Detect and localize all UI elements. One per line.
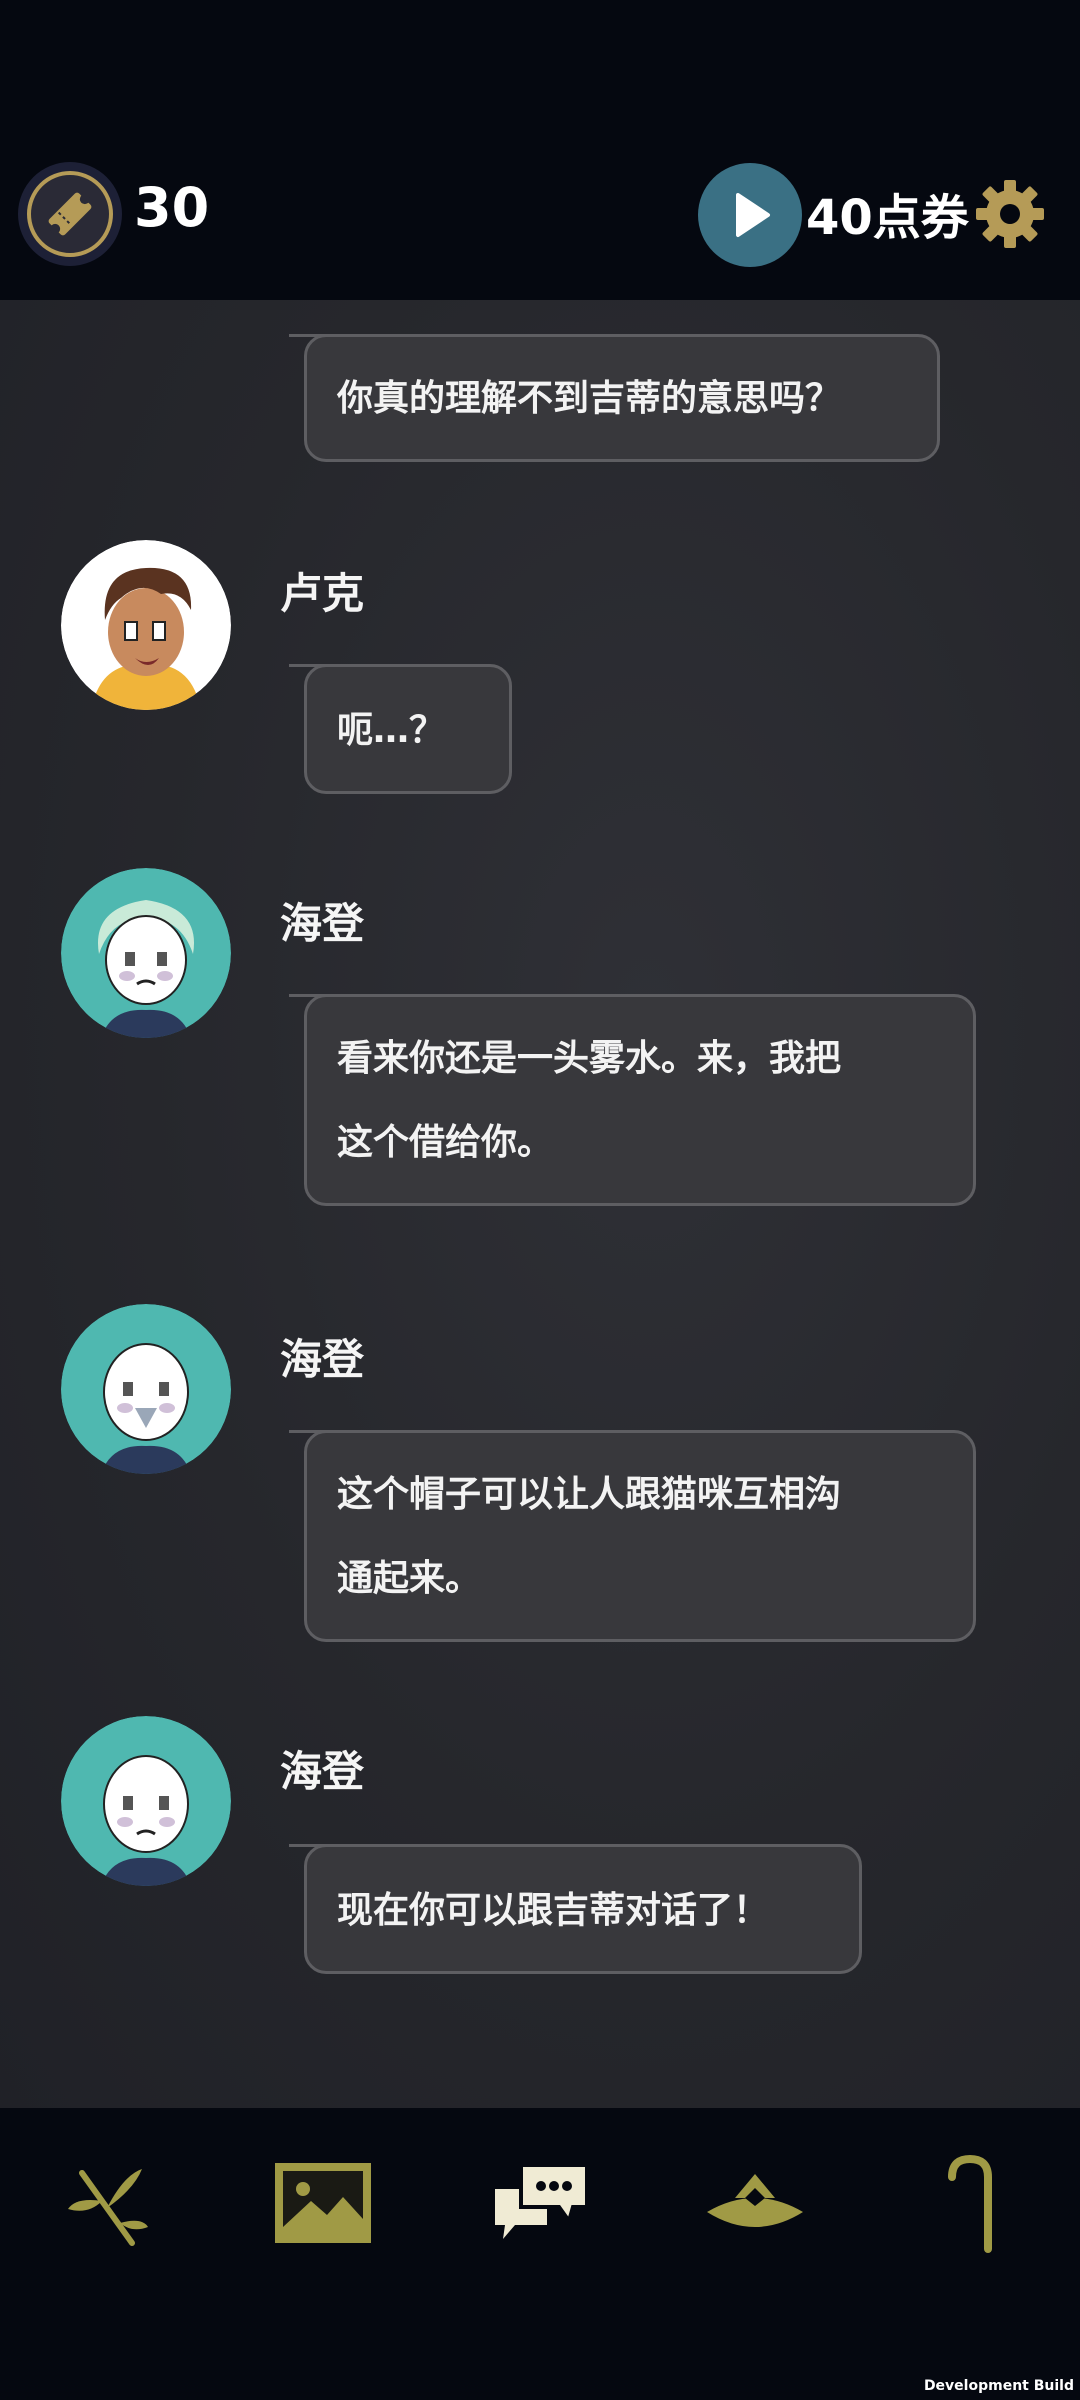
hat-icon [707, 2174, 803, 2227]
chat-log[interactable]: 你真的理解不到吉蒂的意思吗？ 卢克 呃…？ 海登 看来你还是一头雾水。来，我把 … [0, 300, 1080, 2108]
message-text: 这个借给你。 [337, 1122, 554, 1163]
message-text: 通起来。 [337, 1558, 482, 1599]
speaker-name: 卢克 [280, 569, 365, 618]
coupon-label: 40点券 [806, 190, 969, 246]
ticket-button[interactable] [18, 162, 122, 266]
nav-hat-button[interactable] [700, 2148, 810, 2258]
chat-icon [495, 2163, 589, 2239]
nav-gallery-button[interactable] [268, 2148, 378, 2258]
nav-branch-button[interactable] [52, 2148, 162, 2258]
avatar-hayden [61, 1304, 231, 1474]
nav-cane-button[interactable] [918, 2148, 1028, 2258]
speaker-name: 海登 [280, 1335, 365, 1384]
top-bar [0, 0, 1080, 300]
nav-chat-button[interactable] [486, 2148, 596, 2258]
development-build-label: Development Build [923, 2378, 1074, 2394]
message-text: 这个帽子可以让人跟猫咪互相沟 [337, 1474, 842, 1515]
settings-button[interactable] [972, 176, 1048, 252]
message-bubble: 你真的理解不到吉蒂的意思吗？ [289, 334, 940, 462]
avatar-hayden [61, 1716, 231, 1886]
message-text: 现在你可以跟吉蒂对话了！ [337, 1890, 770, 1931]
message-bubble: 现在你可以跟吉蒂对话了！ [289, 1844, 862, 1974]
gear-icon [976, 180, 1044, 248]
avatar-hayden [61, 868, 231, 1038]
message-text: 你真的理解不到吉蒂的意思吗？ [337, 378, 842, 419]
ticket-count: 30 [134, 176, 210, 239]
cane-icon [948, 2154, 992, 2253]
speaker-name: 海登 [280, 899, 365, 948]
message-text: 呃…？ [337, 710, 446, 751]
message-text: 看来你还是一头雾水。来，我把 [337, 1038, 842, 1079]
message-bubble: 这个帽子可以让人跟猫咪互相沟 通起来。 [289, 1430, 976, 1642]
message-bubble: 呃…？ [289, 664, 512, 794]
play-icon [736, 193, 770, 237]
gallery-icon [275, 2163, 371, 2243]
watch-ad-button[interactable] [698, 163, 802, 267]
branch-icon [68, 2169, 148, 2246]
message-bubble: 看来你还是一头雾水。来，我把 这个借给你。 [289, 994, 976, 1206]
avatar-luke [61, 540, 231, 710]
ticket-icon [27, 171, 113, 257]
speaker-name: 海登 [280, 1747, 365, 1796]
